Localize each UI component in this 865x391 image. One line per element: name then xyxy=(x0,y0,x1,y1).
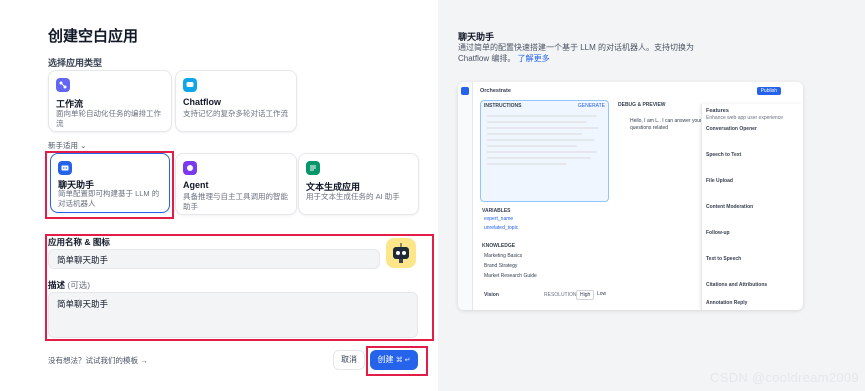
app-logo-icon xyxy=(461,87,469,95)
features-subtitle: Enhance web app user experience xyxy=(706,115,783,121)
debug-label: DEBUG & PREVIEW xyxy=(618,102,666,108)
variables-label: VARIABLES xyxy=(482,208,511,214)
chatflow-icon xyxy=(183,78,197,92)
resolution-high: High xyxy=(576,290,595,300)
workflow-icon xyxy=(56,78,70,92)
vision-label: Vision xyxy=(484,292,499,298)
type-name: Chatflow xyxy=(183,97,221,107)
cancel-button[interactable]: 取消 xyxy=(333,350,365,370)
type-card-workflow[interactable]: 工作流 面向单轮自动化任务的编排工作流 xyxy=(48,70,172,132)
type-desc: 面向单轮自动化任务的编排工作流 xyxy=(56,109,161,128)
instructions-box: INSTRUCTIONS GENERATE xyxy=(480,100,609,202)
template-link[interactable]: 没有想法？试试我们的模板 → xyxy=(48,355,148,366)
arrow-right-icon: → xyxy=(140,356,148,365)
beginner-toggle[interactable]: 新手适用 ⌄ xyxy=(48,140,86,151)
create-app-panel: 创建空白应用 选择应用类型 工作流 面向单轮自动化任务的编排工作流 Chatfl… xyxy=(0,0,438,391)
chevron-down-icon: ⌄ xyxy=(80,141,87,150)
variable-row: expert_name xyxy=(484,216,514,222)
type-card-text-generator[interactable]: 文本生成应用 用于文本生成任务的 AI 助手 xyxy=(298,153,419,215)
highlight-create xyxy=(366,346,428,376)
resolution-label: RESOLUTION xyxy=(544,292,577,298)
preview-desc: 通过简单的配置快速搭建一个基于 LLM 的对话机器人。支持切换为 Chatflo… xyxy=(458,42,698,64)
features-title: Features xyxy=(706,108,729,114)
knowledge-row: Marketing Basics xyxy=(484,253,523,259)
publish-button: Publish xyxy=(756,87,781,95)
feature-item: Follow-up xyxy=(706,230,730,236)
highlight-form xyxy=(45,234,434,341)
knowledge-row: Market Research Guide xyxy=(484,273,537,279)
resolution-low: Low xyxy=(597,291,607,297)
feature-item: Conversation Opener xyxy=(706,126,757,132)
instructions-label: INSTRUCTIONS xyxy=(484,103,522,109)
type-name: Agent xyxy=(183,180,209,190)
features-panel: Features Enhance web app user experience… xyxy=(701,104,802,310)
type-desc: 用于文本生成任务的 AI 助手 xyxy=(306,192,400,201)
chat-greeting: Hello, I am L.. I can answer your questi… xyxy=(630,118,702,131)
agent-icon xyxy=(183,161,197,175)
feature-item: Text to Speech xyxy=(706,256,742,262)
feature-item: Speech to Text xyxy=(706,152,742,158)
feature-item: File Upload xyxy=(706,178,733,184)
feature-item: Content Moderation xyxy=(706,204,754,210)
text-generator-icon xyxy=(306,161,320,175)
generate-label: GENERATE xyxy=(577,103,605,109)
type-card-chatflow[interactable]: Chatflow 支持记忆的复杂多轮对话工作流 xyxy=(175,70,297,132)
variable-row: unrelated_topic xyxy=(484,225,519,231)
feature-item: Citations and Attributions xyxy=(706,282,768,288)
type-card-agent[interactable]: Agent 具备推理与自主工具调用的智能助手 xyxy=(175,153,297,215)
app-preview-image: Orchestrate Publish INSTRUCTIONS GENERAT… xyxy=(458,82,803,310)
watermark: CSDN @cooldream2009 xyxy=(710,370,859,385)
preview-desc-text: 通过简单的配置快速搭建一个基于 LLM 的对话机器人。支持切换为 Chatflo… xyxy=(458,43,695,63)
feature-item: Annotation Reply xyxy=(706,300,748,306)
type-desc: 支持记忆的复杂多轮对话工作流 xyxy=(183,109,288,118)
template-link-text: 没有想法？试试我们的模板 xyxy=(48,356,138,365)
knowledge-label: KNOWLEDGE xyxy=(482,243,516,249)
type-desc: 具备推理与自主工具调用的智能助手 xyxy=(183,192,288,211)
page-title: 创建空白应用 xyxy=(48,28,139,45)
preview-sidebar xyxy=(458,82,473,310)
learn-more-link[interactable]: 了解更多 xyxy=(518,54,550,63)
highlight-chat-assistant xyxy=(45,151,174,219)
knowledge-row: Brand Strategy xyxy=(484,263,518,269)
beginner-label: 新手适用 xyxy=(48,141,78,150)
section-app-type: 选择应用类型 xyxy=(48,58,103,68)
preview-header: Orchestrate xyxy=(480,88,511,94)
